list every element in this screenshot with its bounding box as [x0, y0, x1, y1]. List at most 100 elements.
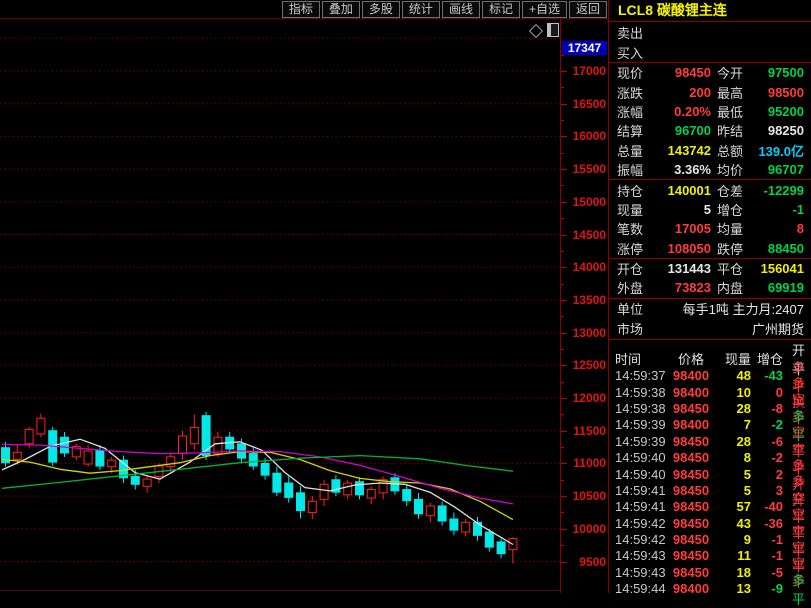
- bid-row[interactable]: 买入 98400 21: [609, 42, 811, 62]
- stat-label: 涨幅: [609, 102, 651, 121]
- tick-price: 98450: [667, 499, 715, 514]
- tick-time: 14:59:43: [609, 565, 667, 580]
- toolbar-button-7[interactable]: +自选: [522, 1, 567, 18]
- stat-row-涨跌-最高: 涨跌200最高98500: [609, 82, 811, 101]
- axis-label-17000: 17000: [564, 64, 606, 78]
- tick-volume: 28: [715, 401, 751, 416]
- tick-volume: 5: [715, 467, 751, 482]
- stat-label: 涨跌: [609, 83, 651, 102]
- axis-minor-tick: [561, 480, 564, 481]
- stat-label: 仓差: [711, 181, 755, 200]
- stat-value: 108050: [651, 241, 711, 256]
- axis-label-16000: 16000: [564, 129, 606, 143]
- stat-row-总量-总额: 总量143742总额139.0亿: [609, 141, 811, 160]
- axis-label-9500: 9500: [564, 555, 606, 569]
- stat-value: 88450: [755, 241, 811, 256]
- info-label: 单位: [609, 299, 643, 318]
- toolbar-button-5[interactable]: 画线: [442, 1, 480, 18]
- axis-label-12500: 12500: [564, 358, 606, 372]
- tick-price: 98450: [667, 467, 715, 482]
- tick-list-header: 时间价格现量增仓开平: [609, 339, 811, 357]
- stat-value: 139.0亿: [755, 141, 811, 160]
- stat-value: -12299: [755, 183, 811, 198]
- toolbar-button-4[interactable]: 统计: [402, 1, 440, 18]
- axis-label-15000: 15000: [564, 195, 606, 209]
- toolbar-button-8[interactable]: 返回: [569, 1, 607, 18]
- ask-row[interactable]: 卖出 98450 2: [609, 22, 811, 42]
- axis-major-tick: [561, 333, 567, 334]
- axis-major-tick: [561, 365, 567, 366]
- tick-volume: 8: [715, 450, 751, 465]
- kline-chart-area[interactable]: [0, 19, 560, 593]
- stat-label: 现价: [609, 63, 651, 82]
- stat-value: 98250: [755, 123, 811, 138]
- tick-position-delta: 2: [751, 467, 783, 482]
- stat-label: 内盘: [711, 278, 755, 297]
- tick-position-delta: -43: [751, 368, 783, 383]
- quote-stats: 现价98450今开97500涨跌200最高98500涨幅0.20%最低95200…: [609, 63, 811, 298]
- axis-major-tick: [561, 300, 567, 301]
- info-value: 每手1吨 主力月:2407: [683, 299, 811, 318]
- window-layout-icon[interactable]: [547, 23, 559, 37]
- axis-minor-tick: [561, 55, 564, 56]
- tick-time: 14:59:38: [609, 385, 667, 400]
- toolbar-button-6[interactable]: 标记: [482, 1, 520, 18]
- tick-price: 98400: [667, 368, 715, 383]
- toolbar-button-3[interactable]: 多股: [362, 1, 400, 18]
- stat-label: 涨停: [609, 239, 651, 258]
- stat-label: 增仓: [711, 200, 755, 219]
- axis-label-10000: 10000: [564, 522, 606, 536]
- stat-value: 96700: [651, 123, 711, 138]
- axis-label-15500: 15500: [564, 162, 606, 176]
- tick-position-delta: -1: [751, 548, 783, 563]
- stat-value: 73823: [651, 280, 711, 295]
- stat-label: 总额: [711, 141, 755, 160]
- tick-time: 14:59:38: [609, 401, 667, 416]
- info-label: 市场: [609, 319, 643, 338]
- tick-time: 14:59:42: [609, 516, 667, 531]
- axis-label-13000: 13000: [564, 326, 606, 340]
- toolbar-buttons: 指标叠加多股统计画线标记+自选返回: [282, 1, 607, 18]
- tick-time: 14:59:44: [609, 581, 667, 596]
- axis-label-12000: 12000: [564, 391, 606, 405]
- stat-value: 156041: [755, 261, 811, 276]
- stat-value: 5: [651, 202, 711, 217]
- stat-row-开仓-平仓: 开仓131443平仓156041: [609, 258, 811, 278]
- axis-minor-tick: [561, 447, 564, 448]
- toolbar-button-1[interactable]: 指标: [282, 1, 320, 18]
- stat-label: 平仓: [711, 259, 755, 278]
- candlestick-chart[interactable]: [0, 19, 560, 593]
- stat-row-外盘-内盘: 外盘73823内盘69919: [609, 278, 811, 297]
- axis-minor-tick: [561, 153, 564, 154]
- tick-position-delta: -5: [751, 565, 783, 580]
- ask-price: 98450: [653, 24, 729, 41]
- tick-time: 14:59:40: [609, 450, 667, 465]
- stat-label: 开仓: [609, 259, 651, 278]
- tick-time: 14:59:37: [609, 368, 667, 383]
- window-bottom-border: [0, 590, 608, 591]
- axis-major-tick: [561, 235, 567, 236]
- trading-terminal: { "colors": { "red": "#ff3c3c", "green":…: [0, 0, 811, 593]
- toolbar-button-2[interactable]: 叠加: [322, 1, 360, 18]
- tick-price: 98450: [667, 401, 715, 416]
- stat-row-现价-今开: 现价98450今开97500: [609, 63, 811, 82]
- stat-value: 8: [755, 221, 811, 236]
- tick-time: 14:59:41: [609, 499, 667, 514]
- quote-panel: LCL8 碳酸锂主连 卖出 98450 2 买入 98400 21 现价9845…: [608, 0, 811, 593]
- axis-major-tick: [561, 496, 567, 497]
- tick-position-delta: -2: [751, 417, 783, 432]
- toolbar: 指标叠加多股统计画线标记+自选返回: [0, 0, 608, 19]
- ask-label: 卖出: [609, 23, 653, 42]
- tick-volume: 11: [715, 548, 751, 563]
- instrument-title: LCL8 碳酸锂主连: [609, 0, 811, 22]
- axis-minor-tick: [561, 120, 564, 121]
- stat-label: 结算: [609, 121, 651, 140]
- axis-major-tick: [561, 463, 567, 464]
- tick-time: 14:59:39: [609, 417, 667, 432]
- axis-major-tick: [561, 169, 567, 170]
- axis-major-tick: [561, 104, 567, 105]
- stat-value: 3.36%: [651, 162, 711, 177]
- axis-minor-tick: [561, 251, 564, 252]
- stat-value: 0.20%: [651, 104, 711, 119]
- axis-major-tick: [561, 431, 567, 432]
